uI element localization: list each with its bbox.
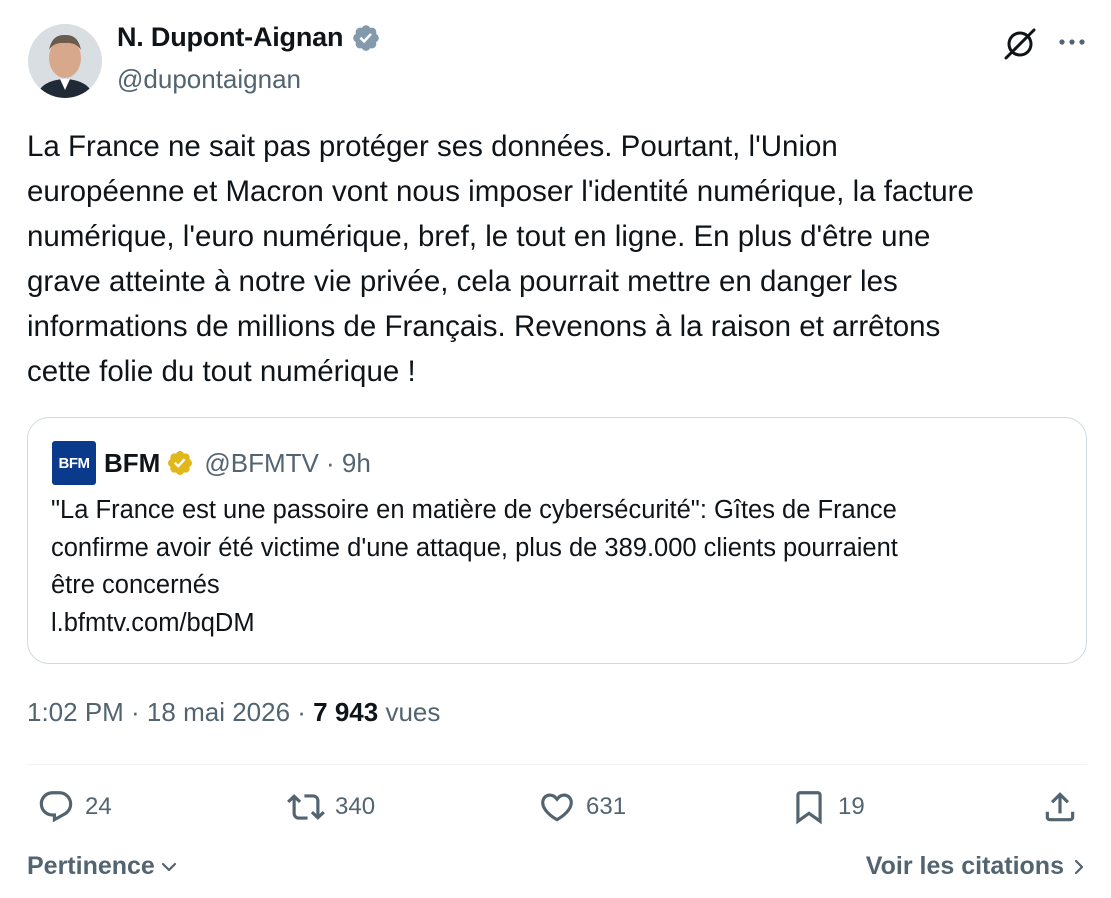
like-icon xyxy=(541,793,573,822)
verified-badge-icon xyxy=(353,24,380,51)
reply-button[interactable]: 24 xyxy=(37,788,112,826)
chevron-right-icon xyxy=(1074,859,1084,874)
views-label: vues xyxy=(385,697,441,727)
bookmark-count: 19 xyxy=(838,793,865,820)
author-name[interactable]: N. Dupont-Aignan xyxy=(117,22,343,53)
time-date[interactable]: 1:02 PM · 18 mai 2026 · xyxy=(27,697,313,727)
author-name-row[interactable]: N. Dupont-Aignan xyxy=(117,22,381,53)
share-icon xyxy=(1045,792,1075,822)
bfm-logo: BFM xyxy=(52,441,96,485)
divider xyxy=(27,764,1087,765)
quoted-tweet-text: "La France est une passoire en matière d… xyxy=(51,492,1061,642)
sort-label: Pertinence xyxy=(27,852,155,880)
repost-button[interactable]: 340 xyxy=(287,788,375,826)
tweet-timestamp: 1:02 PM · 18 mai 2026 · 7 943 vues xyxy=(27,697,440,728)
avatar-image xyxy=(28,24,102,98)
verified-gold-badge-icon xyxy=(168,451,193,475)
view-quotes-label: Voir les citations xyxy=(865,852,1064,880)
quoted-author-name: BFM xyxy=(104,447,161,478)
quoted-tweet-body: "La France est une passoire en matière d… xyxy=(51,496,898,599)
tweet-text: La France ne sait pas protéger ses donné… xyxy=(27,130,974,388)
quoted-tweet-header: BFM BFM @BFMTV · 9h xyxy=(52,441,371,485)
bookmark-button[interactable]: 19 xyxy=(790,788,865,826)
more-icon[interactable] xyxy=(1055,30,1089,54)
like-button[interactable]: 631 xyxy=(538,788,626,826)
avatar[interactable] xyxy=(28,24,102,98)
quoted-tweet-card[interactable]: BFM BFM @BFMTV · 9h "La France est une p… xyxy=(27,417,1087,664)
repost-icon xyxy=(287,794,325,820)
share-button[interactable] xyxy=(1041,788,1079,826)
view-quotes-link[interactable]: Voir les citations xyxy=(866,852,1086,881)
quoted-tweet-link[interactable]: l.bfmtv.com/bqDM xyxy=(51,609,255,637)
views-count: 7 943 xyxy=(313,697,379,727)
like-count: 631 xyxy=(586,793,627,820)
quoted-handle-time: @BFMTV · 9h xyxy=(204,447,371,478)
reply-count: 24 xyxy=(85,793,112,820)
repost-count: 340 xyxy=(335,793,376,820)
chevron-down-icon xyxy=(161,862,176,871)
bookmark-icon xyxy=(796,791,822,825)
reply-icon xyxy=(39,791,73,823)
author-handle[interactable]: @dupontaignan xyxy=(117,64,301,95)
sort-relevance-button[interactable]: Pertinence xyxy=(27,852,179,881)
grok-icon[interactable] xyxy=(1000,24,1040,64)
